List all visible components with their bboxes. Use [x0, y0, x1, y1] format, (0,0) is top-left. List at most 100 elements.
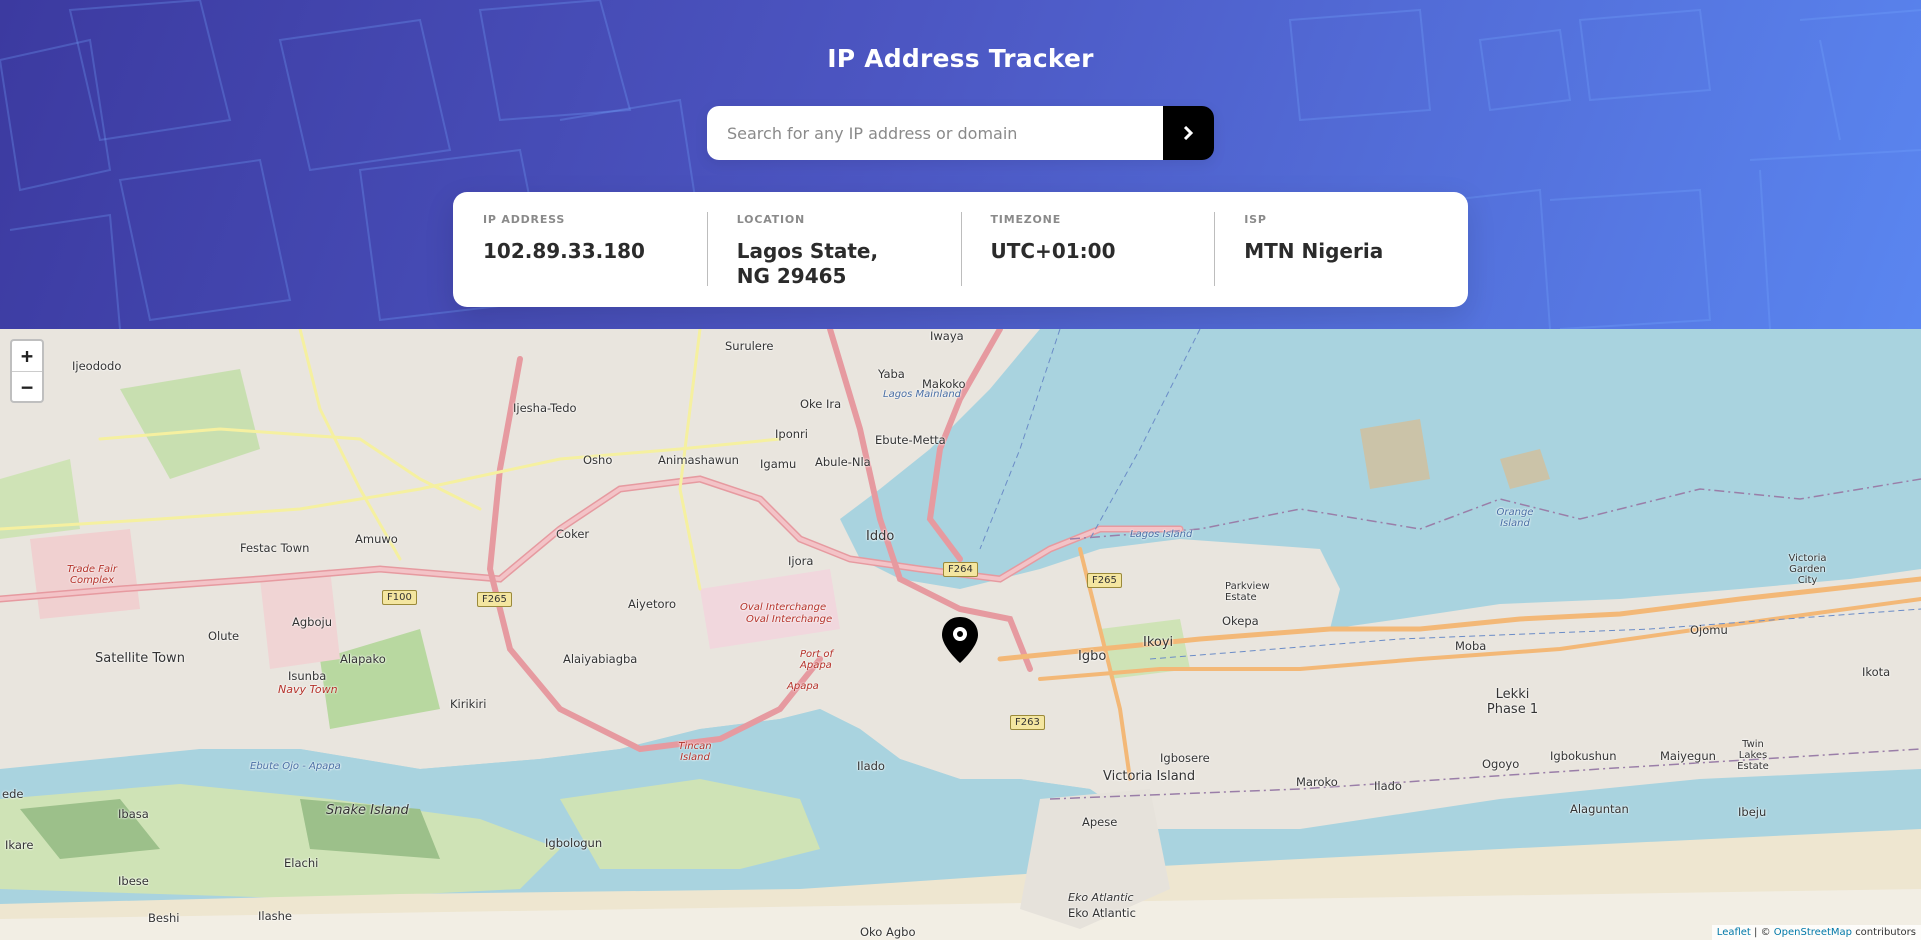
place-label: Alaiyabiagba	[563, 652, 638, 666]
place-label: Victoria Garden City	[1788, 553, 1827, 586]
place-label: Animashawun	[658, 453, 739, 467]
place-label: Ikota	[1862, 665, 1891, 679]
place-label: Alapako	[340, 652, 386, 666]
place-label: ede	[2, 787, 24, 801]
place-label: Oval Interchange	[746, 614, 833, 625]
map-attribution: Leaflet | © OpenStreetMap contributors	[1711, 925, 1921, 940]
attribution-suffix: contributors	[1855, 927, 1916, 938]
zoom-in-button[interactable]: +	[12, 341, 42, 371]
place-label: Lagos Mainland	[883, 389, 962, 400]
place-label: Ogoyo	[1482, 757, 1520, 771]
place-label: Maiyegun	[1660, 749, 1716, 763]
place-label: Ilado	[857, 759, 885, 773]
place-label: Okepa	[1222, 614, 1259, 628]
place-label: Lagos Island	[1130, 529, 1193, 540]
leaflet-link[interactable]: Leaflet	[1717, 927, 1751, 938]
place-label: Oval Interchange	[740, 602, 827, 613]
chevron-right-icon	[1183, 126, 1194, 140]
isp-value: MTN Nigeria	[1244, 239, 1384, 263]
search-submit-button[interactable]	[1163, 106, 1214, 160]
place-label: Ibasa	[118, 807, 149, 821]
place-label: Iwaya	[930, 329, 964, 343]
road-shield: F263	[1010, 715, 1045, 730]
search-input[interactable]	[707, 106, 1163, 160]
place-label: Iddo	[866, 529, 895, 544]
place-label: Yaba	[878, 367, 905, 381]
place-label: Apese	[1082, 815, 1118, 829]
place-label: Oko Agbo	[860, 925, 916, 939]
place-label: Ibeju	[1738, 805, 1767, 819]
location-label: LOCATION	[736, 213, 806, 226]
place-label: Eko Atlantic	[1068, 891, 1134, 904]
place-label: Coker	[556, 527, 590, 541]
place-label: Ebute-Metta	[875, 433, 946, 447]
place-label: Snake Island	[326, 803, 409, 818]
place-label: Port of Apapa	[800, 649, 833, 671]
place-label: Alaguntan	[1570, 802, 1629, 816]
place-label: Iponri	[775, 427, 808, 441]
place-label: Satellite Town	[95, 651, 185, 666]
isp-label: ISP	[1244, 213, 1267, 226]
location-panel: LOCATION Lagos State, NG 29465	[706, 212, 961, 288]
location-marker-icon[interactable]	[941, 616, 979, 664]
place-label: Agboju	[292, 615, 332, 629]
ip-address-value: 102.89.33.180	[483, 239, 645, 263]
location-line-2: NG 29465	[736, 264, 847, 288]
timezone-panel: TIMEZONE UTC+01:00	[960, 212, 1215, 287]
place-label: Orange Island	[1496, 507, 1534, 529]
place-label: Igbokushun	[1550, 749, 1617, 763]
place-label: Beshi	[148, 911, 180, 925]
location-line-1: Lagos State,	[736, 239, 879, 263]
place-label: Abule-Nla	[815, 455, 871, 469]
zoom-out-button[interactable]: −	[12, 371, 42, 401]
place-label: Trade Fair Complex	[66, 564, 118, 586]
place-label: Igbosere	[1160, 751, 1210, 765]
place-label: Surulere	[725, 339, 774, 353]
place-label: Isunba	[288, 669, 327, 683]
place-label: Aiyetoro	[628, 597, 676, 611]
timezone-label: TIMEZONE	[990, 213, 1062, 226]
place-label: Victoria Island	[1103, 769, 1196, 784]
zoom-control: + −	[10, 339, 44, 403]
place-label: Apapa	[787, 681, 819, 692]
place-label: Twin Lakes Estate	[1737, 739, 1769, 772]
place-label: Parkview Estate	[1225, 581, 1270, 603]
place-label: Igbo	[1078, 649, 1107, 664]
place-label: Ilado	[1374, 779, 1402, 793]
search-bar	[707, 106, 1214, 160]
place-label: Ikare	[5, 838, 34, 852]
place-label: Ojomu	[1690, 623, 1728, 637]
place-label: Igbologun	[545, 836, 603, 850]
isp-panel: ISP MTN Nigeria	[1214, 212, 1468, 287]
place-label: Oke Ira	[800, 397, 842, 411]
road-shield: F264	[943, 562, 978, 577]
place-label: Ijora	[788, 554, 814, 568]
ip-address-label: IP ADDRESS	[483, 213, 566, 226]
road-shield: F265	[477, 592, 512, 607]
place-label: Festac Town	[240, 541, 310, 555]
attribution-separator: | ©	[1754, 927, 1771, 938]
road-shield: F265	[1087, 573, 1122, 588]
road-shield: F100	[382, 590, 417, 605]
place-label: Ijesha-Tedo	[513, 401, 577, 415]
place-label: Osho	[583, 453, 613, 467]
place-label: Ijeododo	[72, 359, 122, 373]
place-label: Maroko	[1296, 775, 1338, 789]
osm-link[interactable]: OpenStreetMap	[1774, 927, 1852, 938]
place-label: Elachi	[284, 856, 319, 870]
place-label: Olute	[208, 629, 240, 643]
place-label: Eko Atlantic	[1068, 906, 1136, 920]
info-card: IP ADDRESS 102.89.33.180 LOCATION Lagos …	[453, 192, 1468, 307]
ip-address-panel: IP ADDRESS 102.89.33.180	[453, 212, 707, 287]
header: IP Address Tracker IP ADDRESS 102.89.33.…	[0, 0, 1921, 329]
place-label: Tincan Island	[678, 741, 712, 763]
place-label: Ibese	[118, 874, 149, 888]
timezone-value: UTC+01:00	[990, 239, 1116, 263]
place-label: Ikoyi	[1143, 635, 1174, 650]
place-label: Lekki Phase 1	[1486, 687, 1539, 717]
place-label: Ebute Ojo - Apapa	[250, 761, 341, 772]
map[interactable]: Iwaya Surulere Ijeododo Yaba Makoko Ijes…	[0, 329, 1921, 940]
place-label: Moba	[1455, 639, 1487, 653]
place-label: Amuwo	[355, 532, 398, 546]
place-label: Kirikiri	[450, 697, 487, 711]
